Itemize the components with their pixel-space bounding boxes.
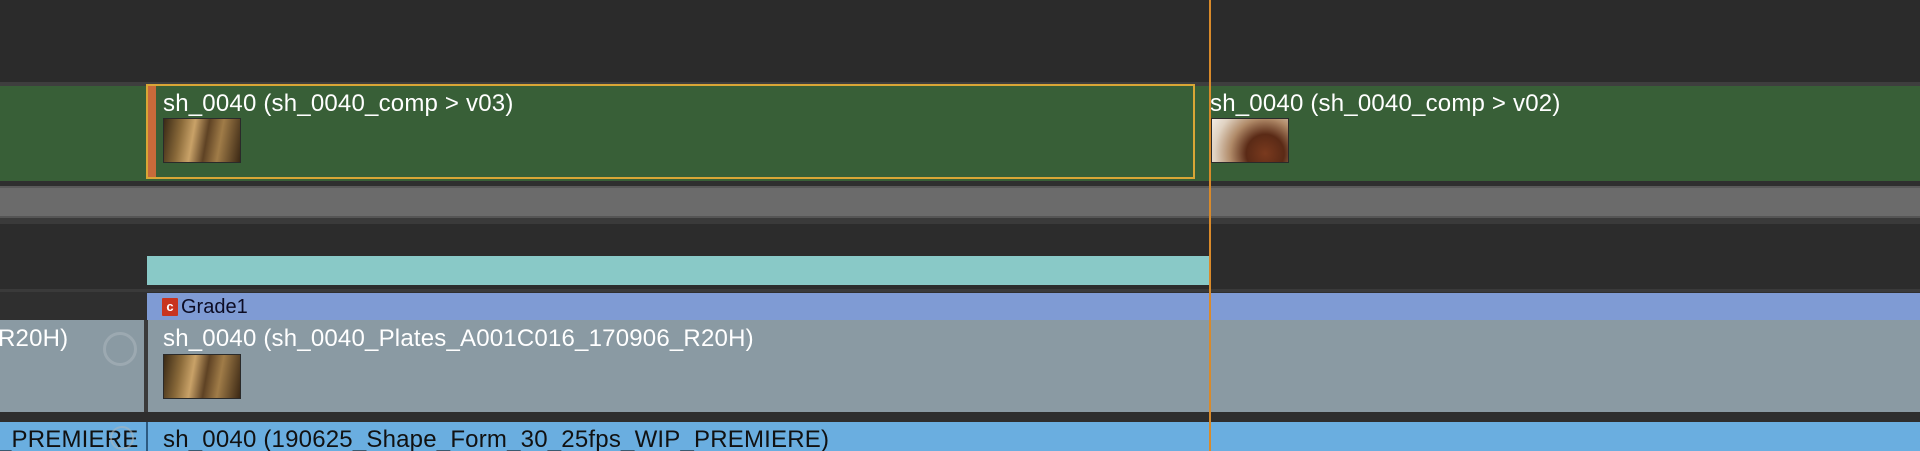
clip-boundary: [146, 320, 148, 412]
clip-v02-label: sh_0040 (sh_0040_comp > v02): [1210, 90, 1561, 117]
clip-boundary: [146, 422, 148, 451]
empty-track-area: [0, 0, 1920, 82]
grade-clip[interactable]: [147, 293, 1920, 320]
loading-spinner-icon: [103, 332, 137, 366]
grade-label: Grade1: [181, 296, 248, 318]
clip-v03-label: sh_0040 (sh_0040_comp > v03): [163, 90, 514, 117]
clip-v02-thumbnail: [1211, 118, 1289, 163]
plate-clip-thumbnail: [163, 354, 241, 399]
loading-spinner-icon: [110, 426, 134, 450]
selection-marker: [148, 86, 156, 177]
track-separator: [0, 412, 1920, 422]
clip-v03-thumbnail: [163, 118, 241, 163]
effect-bar[interactable]: [147, 256, 1209, 285]
ref-clip-label: sh_0040 (190625_Shape_Form_30_25fps_WIP_…: [163, 426, 830, 451]
plate-previous-clip-label: R20H): [0, 325, 69, 352]
grade-c-icon: c: [162, 298, 178, 316]
playhead[interactable]: [1209, 0, 1211, 451]
gray-track[interactable]: [0, 186, 1920, 218]
plate-clip-label: sh_0040 (sh_0040_Plates_A001C016_170906_…: [163, 325, 754, 352]
